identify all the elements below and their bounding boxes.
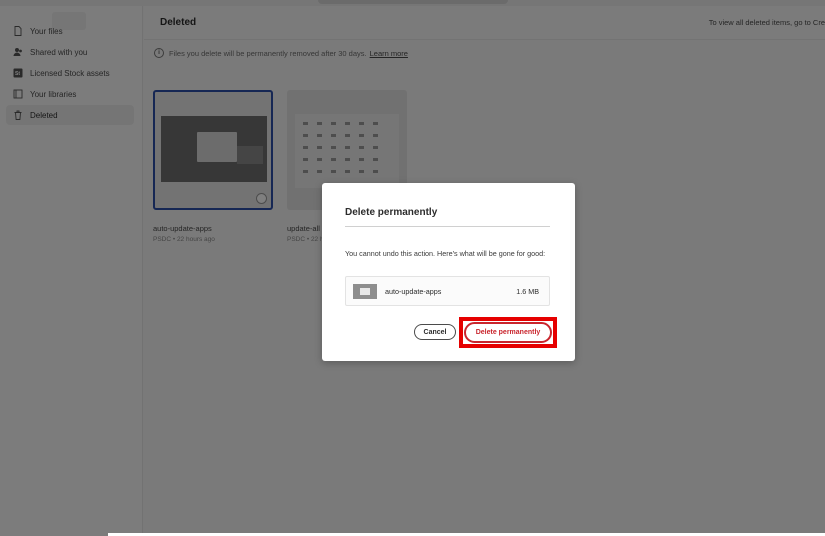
delete-permanently-button[interactable]: Delete permanently [464, 322, 552, 343]
dialog-body: You cannot undo this action. Here's what… [345, 249, 546, 258]
file-name: auto-update-apps [385, 287, 442, 296]
dialog-divider [345, 226, 550, 227]
file-thumbnail [353, 284, 377, 299]
cancel-button[interactable]: Cancel [414, 324, 456, 340]
file-summary-row: auto-update-apps 1.6 MB [345, 276, 550, 306]
delete-dialog: Delete permanently You cannot undo this … [322, 183, 575, 361]
file-size: 1.6 MB [516, 287, 539, 296]
dialog-title: Delete permanently [345, 207, 438, 218]
